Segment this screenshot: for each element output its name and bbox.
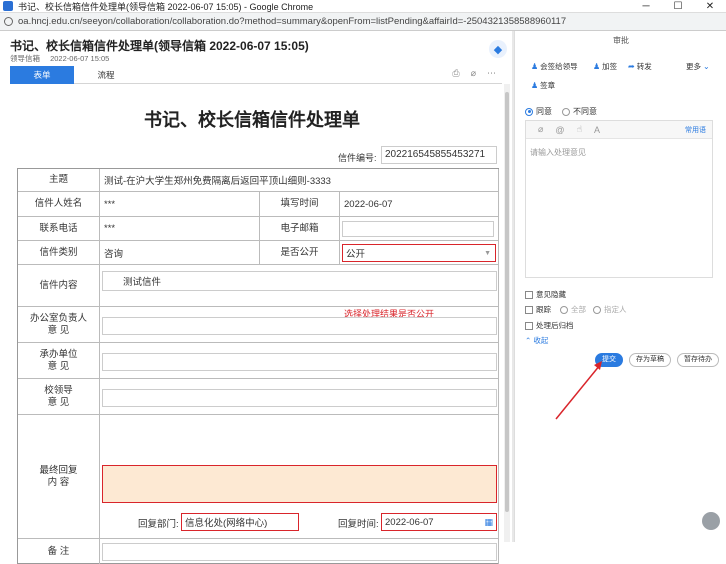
url-text[interactable]: oa.hncj.edu.cn/seeyon/collaboration/coll…	[18, 16, 566, 27]
fill-time-label: 填写时间	[260, 192, 340, 217]
track-checkbox[interactable]: 跟踪 全部 指定人	[525, 304, 627, 315]
approval-header: 审批	[613, 36, 629, 45]
tab-flow[interactable]: 流程	[74, 66, 138, 84]
subject-label: 主题	[18, 169, 100, 192]
close-icon[interactable]: ✕	[694, 0, 726, 13]
phone-value: ***	[100, 217, 260, 241]
address-bar[interactable]: oa.hncj.edu.cn/seeyon/collaboration/coll…	[0, 13, 726, 31]
scrollbar[interactable]	[504, 84, 510, 542]
reply-time-value: 2022-06-07	[385, 516, 434, 528]
content-label: 信件内容	[18, 265, 100, 307]
public-select[interactable]: 公开 ▼	[342, 244, 496, 262]
attach-icon[interactable]: ⌀	[538, 124, 543, 135]
app-icon	[3, 1, 13, 11]
calendar-icon[interactable]: ▦	[484, 517, 493, 528]
name-label: 信件人姓名	[18, 192, 100, 217]
forward-icon: ➦	[628, 62, 635, 71]
tab-bar: 表单 流程 ⎙ ⌀ ⋯	[10, 66, 502, 84]
remark-label: 备 注	[18, 539, 100, 564]
document-title: 书记、校长信箱信件处理单(领导信箱 2022-06-07 15:05)	[10, 39, 309, 53]
document-pane: 书记、校长信箱信件处理单(领导信箱 2022-06-07 15:05) 领导信箱…	[0, 31, 512, 564]
form-title: 书记、校长信箱信件处理单	[144, 110, 360, 130]
category-value: 咨询	[100, 241, 260, 265]
countersign-leader-button[interactable]: ♟ 会签给领导	[531, 61, 578, 72]
document-source: 领导信箱	[10, 54, 40, 63]
opinion-box: ⌀ @ ☝ A 常用语 请输入处理意见	[525, 120, 713, 278]
annotation-arrow	[555, 361, 602, 420]
email-field[interactable]	[342, 221, 494, 237]
window-titlebar: 书记、校长信箱信件处理单(领导信箱 2022-06-07 15:05) - Go…	[0, 0, 726, 13]
thumbs-up-icon[interactable]: ☝	[577, 124, 582, 135]
disagree-radio[interactable]: 不同意	[562, 106, 597, 117]
chevron-down-icon: ⌄	[703, 62, 710, 71]
remark-field[interactable]	[102, 543, 497, 561]
leader-opinion-label: 校领导意 见	[18, 379, 100, 415]
fill-time-value: 2022-06-07	[340, 192, 499, 217]
chat-icon[interactable]	[702, 512, 720, 530]
public-label: 是否公开	[260, 241, 340, 265]
leader-opinion-field[interactable]	[102, 389, 497, 407]
final-reply-label: 最终回复内 容	[18, 415, 100, 539]
tab-form[interactable]: 表单	[10, 66, 74, 84]
users-icon: ♟	[531, 62, 539, 71]
opinion-input[interactable]: 请输入处理意见	[530, 147, 586, 158]
form-table: 主题 测试-在沪大学生郑州免费隔离后返回平顶山细则-3333 信件人姓名 ***…	[17, 168, 499, 564]
more-icon[interactable]: ⋯	[487, 68, 496, 79]
attachment-icon[interactable]: ⌀	[471, 68, 476, 79]
add-sign-button[interactable]: ♟ 加签	[593, 61, 617, 72]
agree-radio[interactable]: 同意	[525, 106, 552, 117]
chevron-down-icon: ▼	[484, 249, 491, 257]
name-value: ***	[100, 192, 260, 217]
collapse-link[interactable]: ⌃ 收起	[525, 335, 548, 346]
content-field: 测试信件	[102, 271, 497, 291]
category-label: 信件类别	[18, 241, 100, 265]
reply-dept-label: 回复部门:	[138, 519, 179, 530]
hide-opinion-checkbox[interactable]: 意见隐藏	[525, 289, 566, 300]
hold-button[interactable]: 暂存待办	[677, 353, 719, 367]
document-meta: 领导信箱 2022-06-07 15:05	[10, 53, 117, 64]
minimize-icon[interactable]: ─	[630, 0, 662, 13]
phone-label: 联系电话	[18, 217, 100, 241]
subject-value: 测试-在沪大学生郑州免费隔离后返回平顶山细则-3333	[100, 169, 499, 192]
archive-checkbox[interactable]: 处理后归档	[525, 320, 574, 331]
letter-number-label: 信件编号:	[338, 153, 377, 163]
document-date: 2022-06-07 15:05	[50, 54, 110, 63]
public-select-value: 公开	[346, 249, 366, 260]
final-reply-field[interactable]	[102, 465, 497, 503]
window-title: 书记、校长信箱信件处理单(领导信箱 2022-06-07 15:05) - Go…	[18, 1, 314, 12]
font-icon[interactable]: A	[594, 125, 600, 135]
approval-panel: 审批 ♟ 会签给领导 ♟ 加签 ➦ 转发 更多 ⌄ ♟ 签章 同意 不同意 ⌀ @ ☝ A…	[514, 31, 726, 542]
letter-number-field: 202216545855453271	[381, 146, 497, 164]
forward-button[interactable]: ➦ 转发	[628, 61, 652, 72]
user-add-icon: ♟	[593, 62, 601, 71]
reply-time-label: 回复时间:	[338, 519, 379, 530]
stamp-icon: ♟	[531, 81, 539, 90]
maximize-icon[interactable]: ☐	[662, 0, 694, 13]
assistant-icon[interactable]: ◆	[489, 40, 507, 58]
email-label: 电子邮箱	[260, 217, 340, 241]
reply-dept-field[interactable]: 信息化处(网络中心)	[181, 513, 299, 531]
unit-opinion-field[interactable]	[102, 353, 497, 371]
reply-time-field[interactable]: 2022-06-07 ▦	[381, 513, 497, 531]
save-draft-button[interactable]: 存为草稿	[629, 353, 671, 367]
office-opinion-label: 办公室负责人意 见	[18, 307, 100, 343]
print-icon[interactable]: ⎙	[452, 68, 459, 79]
office-opinion-field[interactable]	[102, 317, 497, 335]
site-info-icon[interactable]	[4, 17, 13, 26]
stamp-button[interactable]: ♟ 签章	[531, 80, 555, 91]
more-button[interactable]: 更多 ⌄	[686, 61, 710, 72]
unit-opinion-label: 承办单位意 见	[18, 343, 100, 379]
common-phrases-link[interactable]: 常用语	[685, 125, 706, 135]
mention-icon[interactable]: @	[555, 125, 564, 135]
